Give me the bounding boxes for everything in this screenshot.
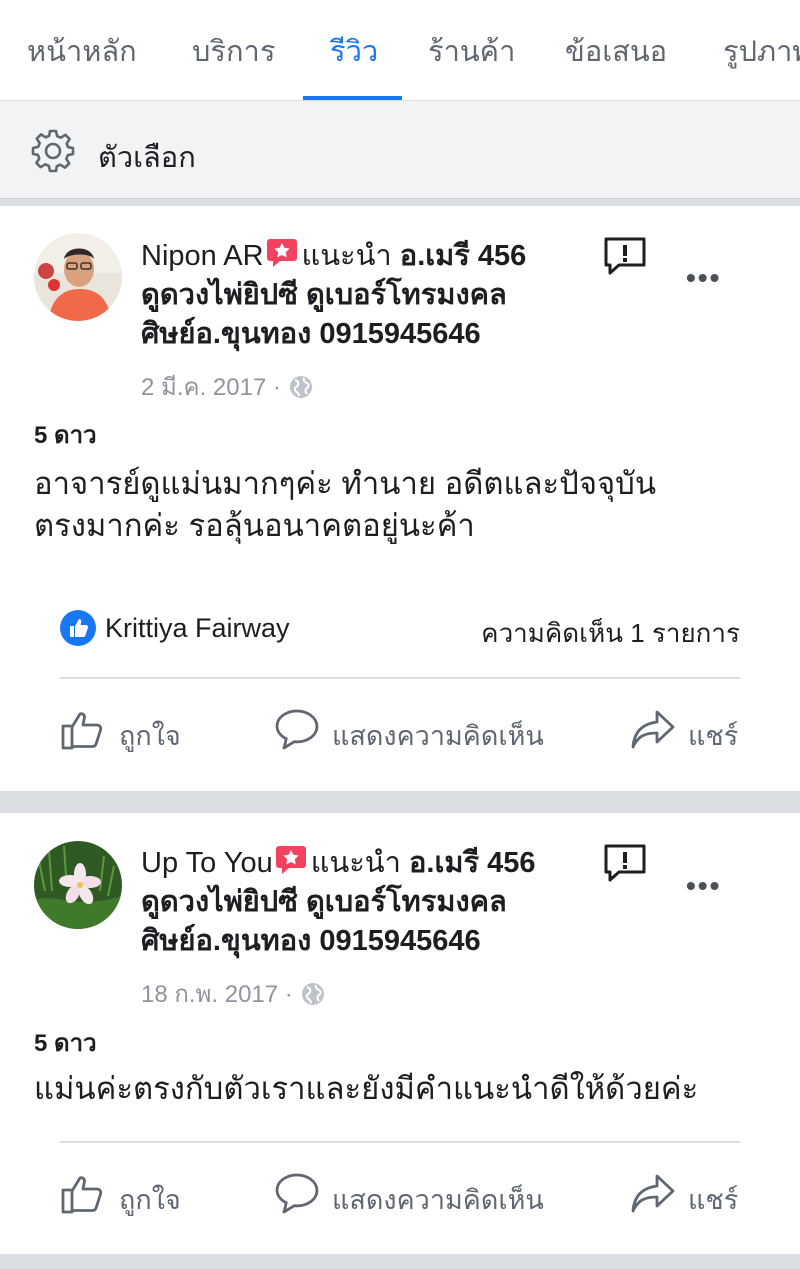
review-text: แม่นค่ะตรงกับตัวเราและยังมีคำแนะนำดีให้ด… bbox=[34, 1068, 774, 1110]
page-name-line2[interactable]: ดูดวงไพ่ยิปซี ดูเบอร์โทรมงคล bbox=[141, 279, 507, 311]
review-card: Nipon AR แนะนำ อ.เมรี 456 ดูดวงไพ่ยิปซี ด… bbox=[0, 206, 800, 791]
like-button[interactable]: ถูกใจ bbox=[60, 706, 200, 756]
comment-label: แสดงความคิดเห็น bbox=[332, 721, 544, 751]
report-icon[interactable] bbox=[603, 236, 647, 276]
review-date[interactable]: 18 ก.พ. 2017 bbox=[141, 981, 278, 1008]
divider bbox=[60, 677, 740, 679]
review-meta: 18 ก.พ. 2017 · bbox=[141, 974, 325, 1013]
comment-icon bbox=[275, 1173, 319, 1214]
share-button[interactable]: แชร์ bbox=[630, 706, 750, 756]
review-text-line1: อาจารย์ดูแม่นมากๆค่ะ ทำนาย อดีตและปัจจุบ… bbox=[34, 466, 657, 501]
like-button[interactable]: ถูกใจ bbox=[60, 1170, 200, 1220]
page-name-line3[interactable]: ศิษย์อ.ขุนทอง 0915945646 bbox=[141, 925, 481, 957]
comment-icon bbox=[275, 709, 319, 750]
tab-home[interactable]: หน้าหลัก bbox=[27, 28, 137, 74]
comments-count[interactable]: ความคิดเห็น 1 รายการ bbox=[481, 613, 740, 654]
globe-icon bbox=[301, 983, 324, 1005]
tab-offers[interactable]: ข้อเสนอ bbox=[565, 28, 667, 74]
thumbs-up-icon bbox=[61, 712, 103, 750]
comment-button[interactable]: แสดงความคิดเห็น bbox=[274, 706, 564, 756]
avatar[interactable] bbox=[34, 841, 122, 929]
share-icon bbox=[631, 710, 675, 749]
share-icon bbox=[631, 1174, 675, 1213]
share-label: แชร์ bbox=[688, 1185, 739, 1215]
rating-text: 5 ดาว bbox=[34, 1030, 97, 1057]
avatar[interactable] bbox=[34, 233, 122, 321]
recommend-icon bbox=[275, 846, 306, 874]
liker-name[interactable]: Krittiya Fairway bbox=[105, 613, 290, 644]
globe-icon bbox=[289, 376, 312, 398]
comment-label: แสดงความคิดเห็น bbox=[332, 1185, 544, 1215]
review-text-line2: ตรงมากค่ะ รอลุ้นอนาคตอยู่นะค้า bbox=[34, 508, 475, 543]
tab-shop[interactable]: ร้านค้า bbox=[428, 28, 515, 74]
reviewer-name[interactable]: Nipon AR bbox=[141, 240, 264, 272]
page-name-line2[interactable]: ดูดวงไพ่ยิปซี ดูเบอร์โทรมงคล bbox=[141, 886, 507, 918]
card-gap bbox=[0, 1254, 800, 1269]
review-text-line1: แม่นค่ะตรงกับตัวเราและยังมีคำแนะนำดีให้ด… bbox=[34, 1071, 699, 1106]
page-name[interactable]: อ.เมรี 456 bbox=[400, 240, 527, 272]
page-name[interactable]: อ.เมรี 456 bbox=[409, 847, 536, 879]
more-options-icon[interactable]: ••• bbox=[686, 870, 721, 902]
likes-summary[interactable]: Krittiya Fairway ความคิดเห็น 1 รายการ bbox=[60, 608, 740, 648]
review-text: อาจารย์ดูแม่นมากๆค่ะ ทำนาย อดีตและปัจจุบ… bbox=[34, 463, 774, 547]
review-header: Up To You แนะนำ อ.เมรี 456 ดูดวงไพ่ยิปซี … bbox=[141, 844, 571, 961]
recommends-text: แนะนำ bbox=[310, 847, 401, 879]
options-label[interactable]: ตัวเลือก bbox=[98, 134, 196, 180]
section-divider bbox=[0, 199, 800, 206]
report-icon[interactable] bbox=[603, 843, 647, 883]
comment-button[interactable]: แสดงความคิดเห็น bbox=[274, 1170, 564, 1220]
more-options-icon[interactable]: ••• bbox=[686, 262, 721, 294]
review-date[interactable]: 2 มี.ค. 2017 bbox=[141, 374, 266, 401]
like-label: ถูกใจ bbox=[119, 721, 181, 751]
rating-text: 5 ดาว bbox=[34, 422, 97, 449]
gear-icon[interactable] bbox=[30, 128, 76, 174]
reviewer-name[interactable]: Up To You bbox=[141, 847, 273, 879]
card-gap bbox=[0, 791, 800, 813]
like-reaction-icon bbox=[60, 610, 96, 646]
review-meta: 2 มี.ค. 2017 · bbox=[141, 367, 313, 406]
tab-services[interactable]: บริการ bbox=[192, 28, 275, 74]
review-card: Up To You แนะนำ อ.เมรี 456 ดูดวงไพ่ยิปซี … bbox=[0, 813, 800, 1254]
divider bbox=[60, 1141, 740, 1143]
tab-reviews[interactable]: รีวิว bbox=[330, 28, 378, 74]
share-label: แชร์ bbox=[688, 721, 739, 751]
tab-photos[interactable]: รูปภาพ bbox=[723, 28, 800, 74]
page-name-line3[interactable]: ศิษย์อ.ขุนทอง 0915945646 bbox=[141, 318, 481, 350]
like-label: ถูกใจ bbox=[119, 1185, 181, 1215]
review-header: Nipon AR แนะนำ อ.เมรี 456 ดูดวงไพ่ยิปซี ด… bbox=[141, 237, 571, 354]
tab-bar: หน้าหลัก บริการ รีวิว ร้านค้า ข้อเสนอ รู… bbox=[0, 0, 800, 101]
thumbs-up-icon bbox=[61, 1176, 103, 1214]
recommend-icon bbox=[266, 239, 297, 267]
share-button[interactable]: แชร์ bbox=[630, 1170, 750, 1220]
recommends-text: แนะนำ bbox=[301, 240, 392, 272]
